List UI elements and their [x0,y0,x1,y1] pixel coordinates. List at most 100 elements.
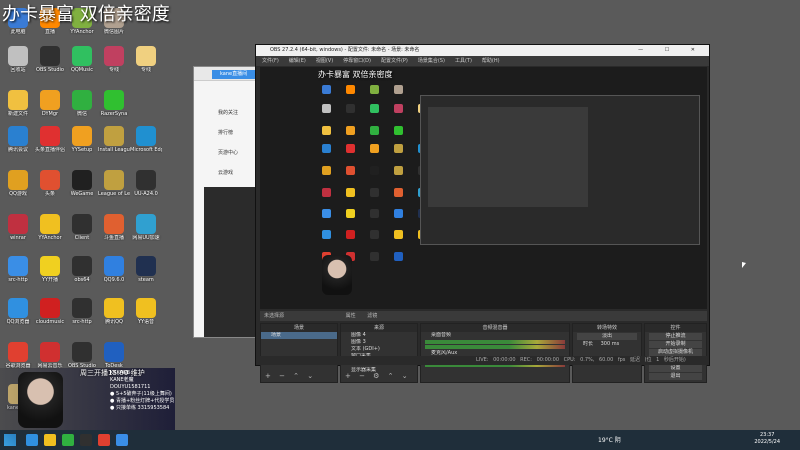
control-button[interactable]: 设置 [649,365,702,372]
desktop-icon[interactable]: 头条 [34,170,66,197]
app-icon [8,90,28,110]
desktop-icon-label: QQMusic [70,67,94,73]
desktop-icon[interactable]: 专线 [130,46,162,73]
browser-nav-item[interactable]: 云游戏 [204,163,262,183]
preview-desktop-icon [370,209,379,218]
taskbar-app-icon[interactable] [116,434,128,446]
desktop-audio-meter[interactable] [425,340,565,344]
browser-nav-item[interactable]: 页游中心 [204,143,262,163]
obs-menu-item[interactable]: 场景集合(S) [418,58,445,64]
obs-menu-item[interactable]: 帮助(H) [482,58,500,64]
desktop-icon[interactable]: cloudmusic [34,298,66,325]
desktop-icon[interactable]: YY语音 [130,298,162,325]
desktop-icon[interactable]: WeGame [66,170,98,197]
desktop-icon-label: OBS Studio [36,67,64,73]
browser-nav-item[interactable]: 排行榜 [204,123,262,143]
desktop-icon[interactable]: OBS Studio [34,46,66,73]
weather-widget[interactable]: 19°C 阴 [598,435,621,444]
desktop-icon[interactable]: RazerSyna [98,90,130,117]
desktop-icon[interactable]: League of Legends [98,170,130,197]
desktop-icon[interactable]: OBS Studio [66,342,98,369]
obs-window[interactable]: OBS 27.2.4 (64-bit, windows) - 配置文件: 未命名… [255,44,710,383]
preview-desktop-icon [394,188,403,197]
preview-desktop-icon [322,188,331,197]
window-controls[interactable]: — ☐ ✕ [638,45,705,56]
desktop-icon[interactable]: steam [130,256,162,283]
obs-menu-item[interactable]: 编辑(E) [289,58,306,64]
preview-desktop-icon [394,104,403,113]
obs-menu-item[interactable]: 配置文件(P) [381,58,408,64]
desktop-icon[interactable]: 微信 [66,90,98,117]
preview-desktop-icon [322,209,331,218]
desktop-icon[interactable]: YYAnchor [34,214,66,241]
transition-duration[interactable]: 时长 300 ms [573,341,641,348]
source-item[interactable]: 文本 (GDI+) [341,346,417,353]
desktop-icon[interactable]: 专线 [98,46,130,73]
taskbar-app-icon[interactable] [98,434,110,446]
desktop-icon[interactable]: ToDesk [98,342,130,369]
obs-menu-item[interactable]: 停靠窗口(D) [343,58,371,64]
taskbar-app-icon[interactable] [44,434,56,446]
control-button[interactable]: 退出 [649,373,702,380]
obs-preview-canvas[interactable]: 办卡暴富 双倍亲密度 [260,67,707,309]
desktop-icon-label: YY开播 [41,277,59,283]
streamer-webcam [18,372,63,428]
browser-dark-panel [204,187,262,337]
preview-desktop-icon [370,188,379,197]
desktop-icon[interactable]: src-http [2,256,34,283]
obs-menu-item[interactable]: 工具(T) [455,58,472,64]
browser-window[interactable]: kane直播间 我的关注排行榜页游中心云游戏赛事 [193,66,263,338]
control-button[interactable]: 停止推流 [649,333,702,340]
stream-delay: 延迟 (位 1 秒后开始) [629,357,686,363]
taskbar-app-icon[interactable] [62,434,74,446]
desktop-icon[interactable]: 回收站 [2,46,34,73]
desktop-icon[interactable]: 谷歌浏览器 [2,342,34,369]
sources-dock-toolbar[interactable]: + − ⚙ ⌃ ⌄ [345,372,411,380]
desktop-icon[interactable]: QQ9.6.0 [98,256,130,283]
desktop-icon[interactable]: QQMusic [66,46,98,73]
scenes-dock-toolbar[interactable]: + − ⌃ ⌄ [265,372,316,380]
desktop-icon[interactable]: YY开播 [34,256,66,283]
source-item[interactable]: 图像 4 [341,332,417,339]
desktop-icon[interactable]: QQ浏览器 [2,298,34,325]
desktop-icon[interactable]: 网易UU加速 [130,214,162,241]
filters-tab[interactable]: 滤镜 [367,313,377,319]
source-item[interactable]: 图像 3 [341,339,417,346]
taskbar-app-icon[interactable] [26,434,38,446]
taskbar-app-icon[interactable] [80,434,92,446]
desktop-icon[interactable]: 腾讯QQ [98,298,130,325]
desktop-icon[interactable]: 斗鱼直播 [98,214,130,241]
properties-tab[interactable]: 属性 [346,313,356,319]
preview-desktop-icon [346,104,355,113]
desktop-icon[interactable]: DYMgr [34,90,66,117]
preview-desktop-icon [346,144,355,153]
windows-start-icon[interactable] [4,434,16,446]
control-button[interactable]: 开始录制 [649,341,702,348]
desktop-icon[interactable]: Install League [98,126,130,153]
browser-nav-item[interactable]: 我的关注 [204,103,262,123]
desktop-icon[interactable]: UU-A24.0 [130,170,162,197]
scene-item[interactable]: 场景 [261,332,337,339]
desktop-icon[interactable]: Client [66,214,98,241]
desktop-icon[interactable]: winrar [2,214,34,241]
desktop-icon[interactable]: 新建文件 [2,90,34,117]
system-clock[interactable]: 23:37 2022/5/24 [754,432,780,446]
desktop-icon[interactable]: 腾讯会议 [2,126,34,153]
desktop-icon-label: WeGame [70,191,94,197]
app-icon [8,214,28,234]
obs-menu-item[interactable]: 视图(V) [316,58,333,64]
desktop-icon[interactable]: obs64 [66,256,98,283]
desktop-icon[interactable]: 网易云音乐 [34,342,66,369]
desktop-icon[interactable]: QQ游戏 [2,170,34,197]
desktop-icon[interactable]: src-http [66,298,98,325]
app-icon [104,256,124,276]
streamer-info-line: ● 青播+粉丝灯牌+代授学员 [110,398,175,404]
desktop-icon-label: QQ9.6.0 [103,277,125,283]
desktop-icon[interactable]: 头条直播伴侣 [34,126,66,153]
desktop-icon[interactable]: Microsoft Edge [130,126,162,153]
desktop-icon[interactable]: YYSetup [66,126,98,153]
control-button[interactable]: 启动虚拟摄像机 [649,349,702,356]
scenes-dock: 场景 场景 + − ⌃ ⌄ [260,323,338,383]
obs-menu-item[interactable]: 文件(F) [262,58,279,64]
transition-type-select[interactable]: 淡出 [577,333,637,340]
